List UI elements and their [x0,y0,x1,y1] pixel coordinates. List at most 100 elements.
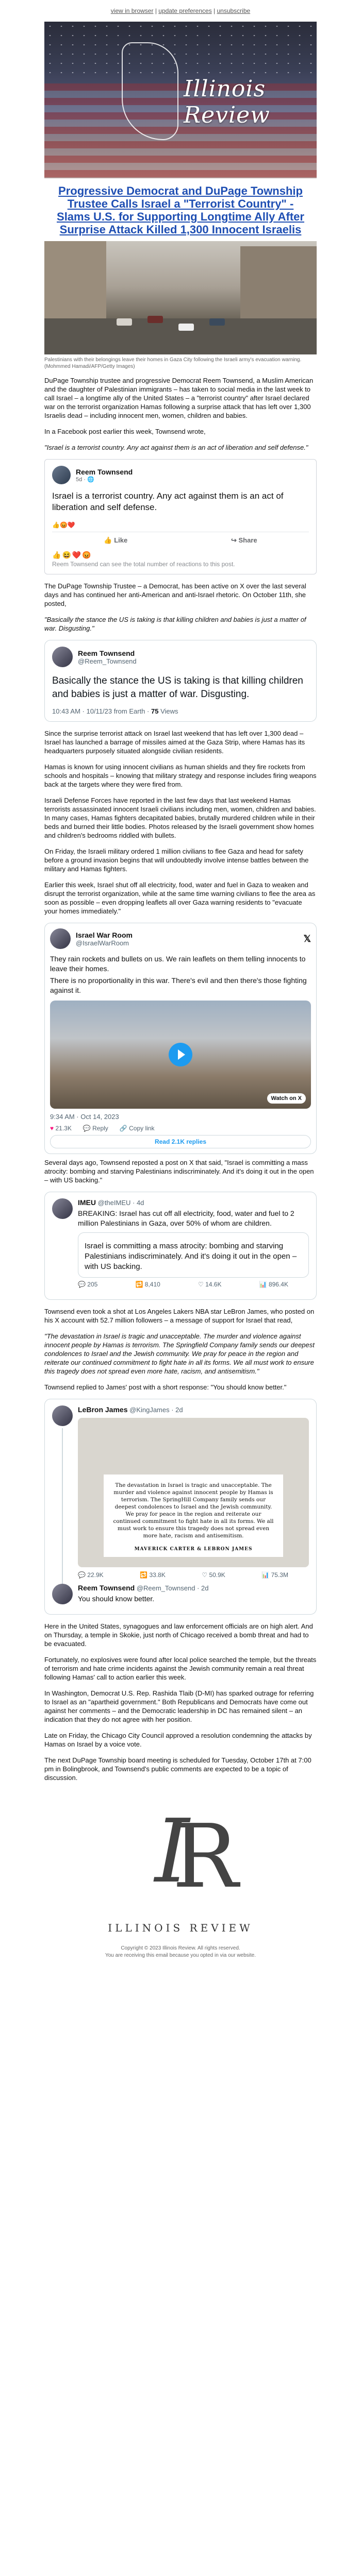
quoted-text: Israel is committing a mass atrocity: bo… [78,1232,309,1278]
thread-line [62,1428,63,1584]
tweet-author-handle[interactable]: @Reem_Townsend [78,657,137,665]
tweet-author-handle[interactable]: @KingJames · 2d [129,1406,183,1414]
copyright-line: Copyright © 2023 Illinois Review. All ri… [121,1945,240,1951]
tweet-video[interactable]: Watch on X [50,1001,311,1109]
like-button[interactable]: ♥ 21.3K [50,1125,72,1132]
like-count-value: 14.6K [205,1281,222,1288]
reply-icon: 💬 [78,1571,86,1579]
avatar[interactable] [52,1584,73,1604]
tweet-meta: 10:43 AM · 10/11/23 from Earth · 75 View… [52,707,309,715]
retweet-count-value: 33.8K [149,1571,166,1579]
watch-on-x-button[interactable]: Watch on X [267,1093,306,1104]
reply-count[interactable]: 💬 22.9K [78,1571,104,1579]
view-count[interactable]: 📊 75.3M [261,1571,288,1579]
fb-post-header: Reem Townsend 5d · 🌐 [52,466,309,484]
share-icon: ↪ [231,536,237,544]
like-icon: 👍 [104,536,112,544]
facebook-post-embed[interactable]: Reem Townsend 5d · 🌐 Israel is a terrori… [44,459,317,574]
reply-button[interactable]: 💬 Reply [83,1125,108,1132]
retweet-count[interactable]: 🔁 33.8K [140,1571,166,1579]
tweet-author-handle[interactable]: @Reem_Townsend · 2d [137,1584,209,1592]
tweet-name-row: LeBron James @KingJames · 2d [78,1405,309,1414]
retweet-count[interactable]: 🔁 8,410 [136,1281,160,1288]
fb-reaction-emojis: 👍 😆 ❤️ 😡 [52,551,309,560]
like-count[interactable]: ♡ 14.6K [198,1281,221,1288]
avatar[interactable] [52,1405,73,1426]
retweet-icon: 🔁 [135,1281,143,1288]
update-preferences-link[interactable]: update preferences [158,7,211,14]
tweet-author-handle[interactable]: @IsraelWarRoom [76,939,133,947]
reply-count-value: 22.9K [87,1571,104,1579]
footer-brand-name: ILLINOIS REVIEW [108,1922,253,1934]
tweet-thread: LeBron James @KingJames · 2d The devasta… [52,1405,309,1584]
avatar[interactable] [52,466,71,484]
chart-icon: 📊 [259,1281,267,1288]
tweet-actions: ♥ 21.3K 💬 Reply 🔗 Copy link [50,1125,311,1132]
heart-icon: ♡ [198,1281,204,1288]
tweet-text: Israel is committing a mass atrocity: bo… [85,1242,297,1271]
love-reaction-icon: ❤️ [72,551,81,559]
copy-link-button[interactable]: 🔗 Copy link [120,1125,155,1132]
lebron-tweet-embed[interactable]: LeBron James @KingJames · 2d The devasta… [44,1399,317,1615]
photo-building [240,246,317,324]
quote-tweet-embed[interactable]: IMEU @theIMEU · 4d BREAKING: Israel has … [44,1192,317,1300]
chart-icon: 📊 [261,1571,270,1579]
retweet-count-value: 8,410 [144,1281,160,1288]
paragraph: Late on Friday, the Chicago City Council… [44,1732,312,1748]
x-logo-icon[interactable]: 𝕏 [303,934,311,944]
tweet-author-name[interactable]: IMEU [78,1198,96,1207]
photo-vehicle [178,324,194,331]
heart-icon: ♥ [50,1125,54,1132]
tweet-time: 9:34 AM · Oct 14, 2023 [50,1113,119,1121]
tweet-stats: 💬 22.9K 🔁 33.8K ♡ 50.9K 📊 75.3M [78,1571,309,1579]
like-button[interactable]: 👍 Like [104,536,127,545]
avatar[interactable] [52,647,73,667]
tweet-header: Israel War Room @IsraelWarRoom 𝕏 [50,928,311,949]
quote: "Basically the stance the US is taking i… [44,616,306,632]
view-count-value: 75.3M [271,1571,288,1579]
reply-count[interactable]: 💬 205 [78,1281,97,1288]
brand-logo: Illinois Review [184,76,270,128]
unsubscribe-link[interactable]: unsubscribe [217,7,250,14]
tweet-time: 10:43 AM · 10/11/23 from Earth · [52,707,150,715]
share-button[interactable]: ↪ Share [231,536,257,545]
email-topbar: view in browser | update preferences | u… [0,0,361,22]
avatar[interactable] [50,928,71,949]
avatar[interactable] [52,1198,73,1219]
photo-caption: Palestinians with their belongings leave… [44,357,302,369]
view-count[interactable]: 📊 896.4K [259,1281,288,1288]
article-headline[interactable]: Progressive Democrat and DuPage Township… [44,184,317,236]
read-replies-button[interactable]: Read 2.1K replies [50,1135,311,1148]
paragraph: Earlier this week, Israel shut off all e… [44,881,316,915]
paragraph: DuPage Township trustee and progressive … [44,377,314,419]
tweet-embed[interactable]: Reem Townsend @Reem_Townsend Basically t… [44,640,317,722]
paragraph: The DuPage Township Trustee – a Democrat… [44,582,306,607]
article: Progressive Democrat and DuPage Township… [44,184,317,1782]
statement-image[interactable]: The devastation in Israel is tragic and … [78,1418,309,1567]
fb-reactions-bar: 👍😡❤️ [52,518,309,532]
tweet-author-handle[interactable]: @theIMEU · 4d [98,1199,144,1207]
fb-actions: 👍 Like ↪ Share [52,532,309,548]
photo-vehicle [147,316,163,323]
footer-copyright: Copyright © 2023 Illinois Review. All ri… [44,1945,317,1959]
play-icon[interactable] [169,1043,192,1066]
tweet-stats: 💬 205 🔁 8,410 ♡ 14.6K 📊 896.4K [78,1281,309,1288]
logo-letter-r: R [172,1806,238,1908]
tweet-name-row: Reem Townsend @Reem_Townsend · 2d [78,1584,309,1592]
tweet-author-name[interactable]: Israel War Room [76,931,133,939]
view-in-browser-link[interactable]: view in browser [111,7,154,14]
share-label: Share [238,536,257,544]
paragraph: On Friday, the Israeli military ordered … [44,848,309,873]
tweet-text: You should know better. [78,1595,155,1603]
fb-author-name[interactable]: Reem Townsend [76,468,133,476]
haha-reaction-icon: 😆 [62,551,71,559]
paragraph: In a Facebook post earlier this week, To… [44,428,206,435]
video-tweet-embed[interactable]: Israel War Room @IsraelWarRoom 𝕏 They ra… [44,923,317,1154]
tweet-text: They rain rockets and bullets on us. We … [50,955,306,973]
statement-paper: The devastation in Israel is tragic and … [104,1475,283,1557]
photo-vehicle [117,318,132,326]
tweet-author-name[interactable]: LeBron James [78,1405,127,1414]
like-count[interactable]: ♡ 50.9K [202,1571,225,1579]
tweet-author-name[interactable]: Reem Townsend [78,649,137,657]
tweet-author-name[interactable]: Reem Townsend [78,1584,135,1592]
